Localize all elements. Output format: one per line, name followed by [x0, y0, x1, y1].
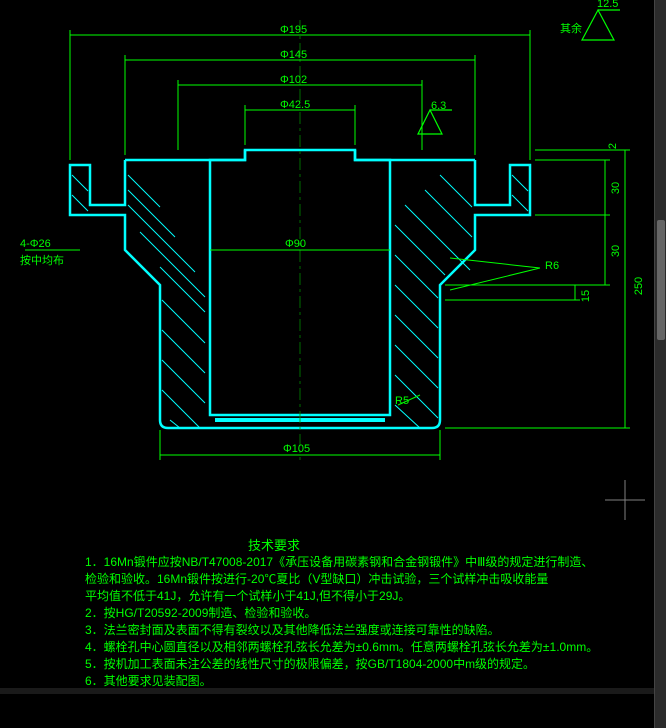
notes-line-5: 5．按机加工表面未注公差的线性尺寸的极限偏差，按GB/T1804-2000中m级…	[85, 655, 535, 672]
dim-h250: 250	[633, 277, 645, 295]
notes-line-3: 3．法兰密封面及表面不得有裂纹以及其他降低法兰强度或连接可靠性的缺陷。	[85, 621, 500, 638]
notes-line-4: 4．螺栓孔中心圆直径以及相邻两螺栓孔弦长允差为±0.6mm。任意两螺栓孔弦长允差…	[85, 638, 598, 655]
drawing-canvas: Φ195 Φ145 Φ102 Φ42.5 Φ90 Φ105 250 2 30 3…	[0, 0, 666, 728]
dim-d102: Φ102	[280, 74, 307, 86]
dim-d105: Φ105	[283, 443, 310, 455]
notes-line-6: 6．其他要求见装配图。	[85, 672, 212, 689]
dim-h2: 2	[607, 143, 619, 149]
notes-title: 技术要求	[248, 535, 300, 554]
dim-h30-mid: 30	[610, 245, 622, 257]
dim-r5: R5	[395, 395, 409, 407]
dim-d145: Φ145	[280, 49, 307, 61]
dim-d195: Φ195	[280, 24, 307, 36]
notes-line-1: 1．16Mn锻件应按NB/T47008-2017《承压设备用碳素钢和合金钢锻件》…	[85, 553, 593, 570]
roughness-local-value: 6.3	[431, 100, 446, 112]
notes-line-1c: 平均值不低于41J，允许有一个试样小于41J,但不得小于29J。	[85, 587, 410, 604]
dim-holes-note: 按中均布	[20, 252, 64, 268]
dim-h15: 15	[580, 290, 592, 302]
dim-d90: Φ90	[285, 238, 306, 250]
dim-h30-top: 30	[610, 182, 622, 194]
roughness-general-value: 12.5	[597, 0, 618, 10]
roughness-general-prefix: 其余	[560, 20, 582, 36]
dim-r6: R6	[545, 260, 559, 272]
notes-line-2: 2．按HG/T20592-2009制造、检验和验收。	[85, 604, 316, 621]
dim-d42-5: Φ42.5	[280, 99, 310, 111]
scrollbar-horizontal[interactable]	[0, 688, 654, 694]
notes-line-1b: 检验和验收。16Mn锻件按进行-20℃夏比（V型缺口）冲击试验，三个试样冲击吸收…	[85, 570, 548, 587]
dim-holes: 4-Φ26	[20, 238, 51, 250]
scrollbar-vertical[interactable]	[654, 0, 666, 728]
